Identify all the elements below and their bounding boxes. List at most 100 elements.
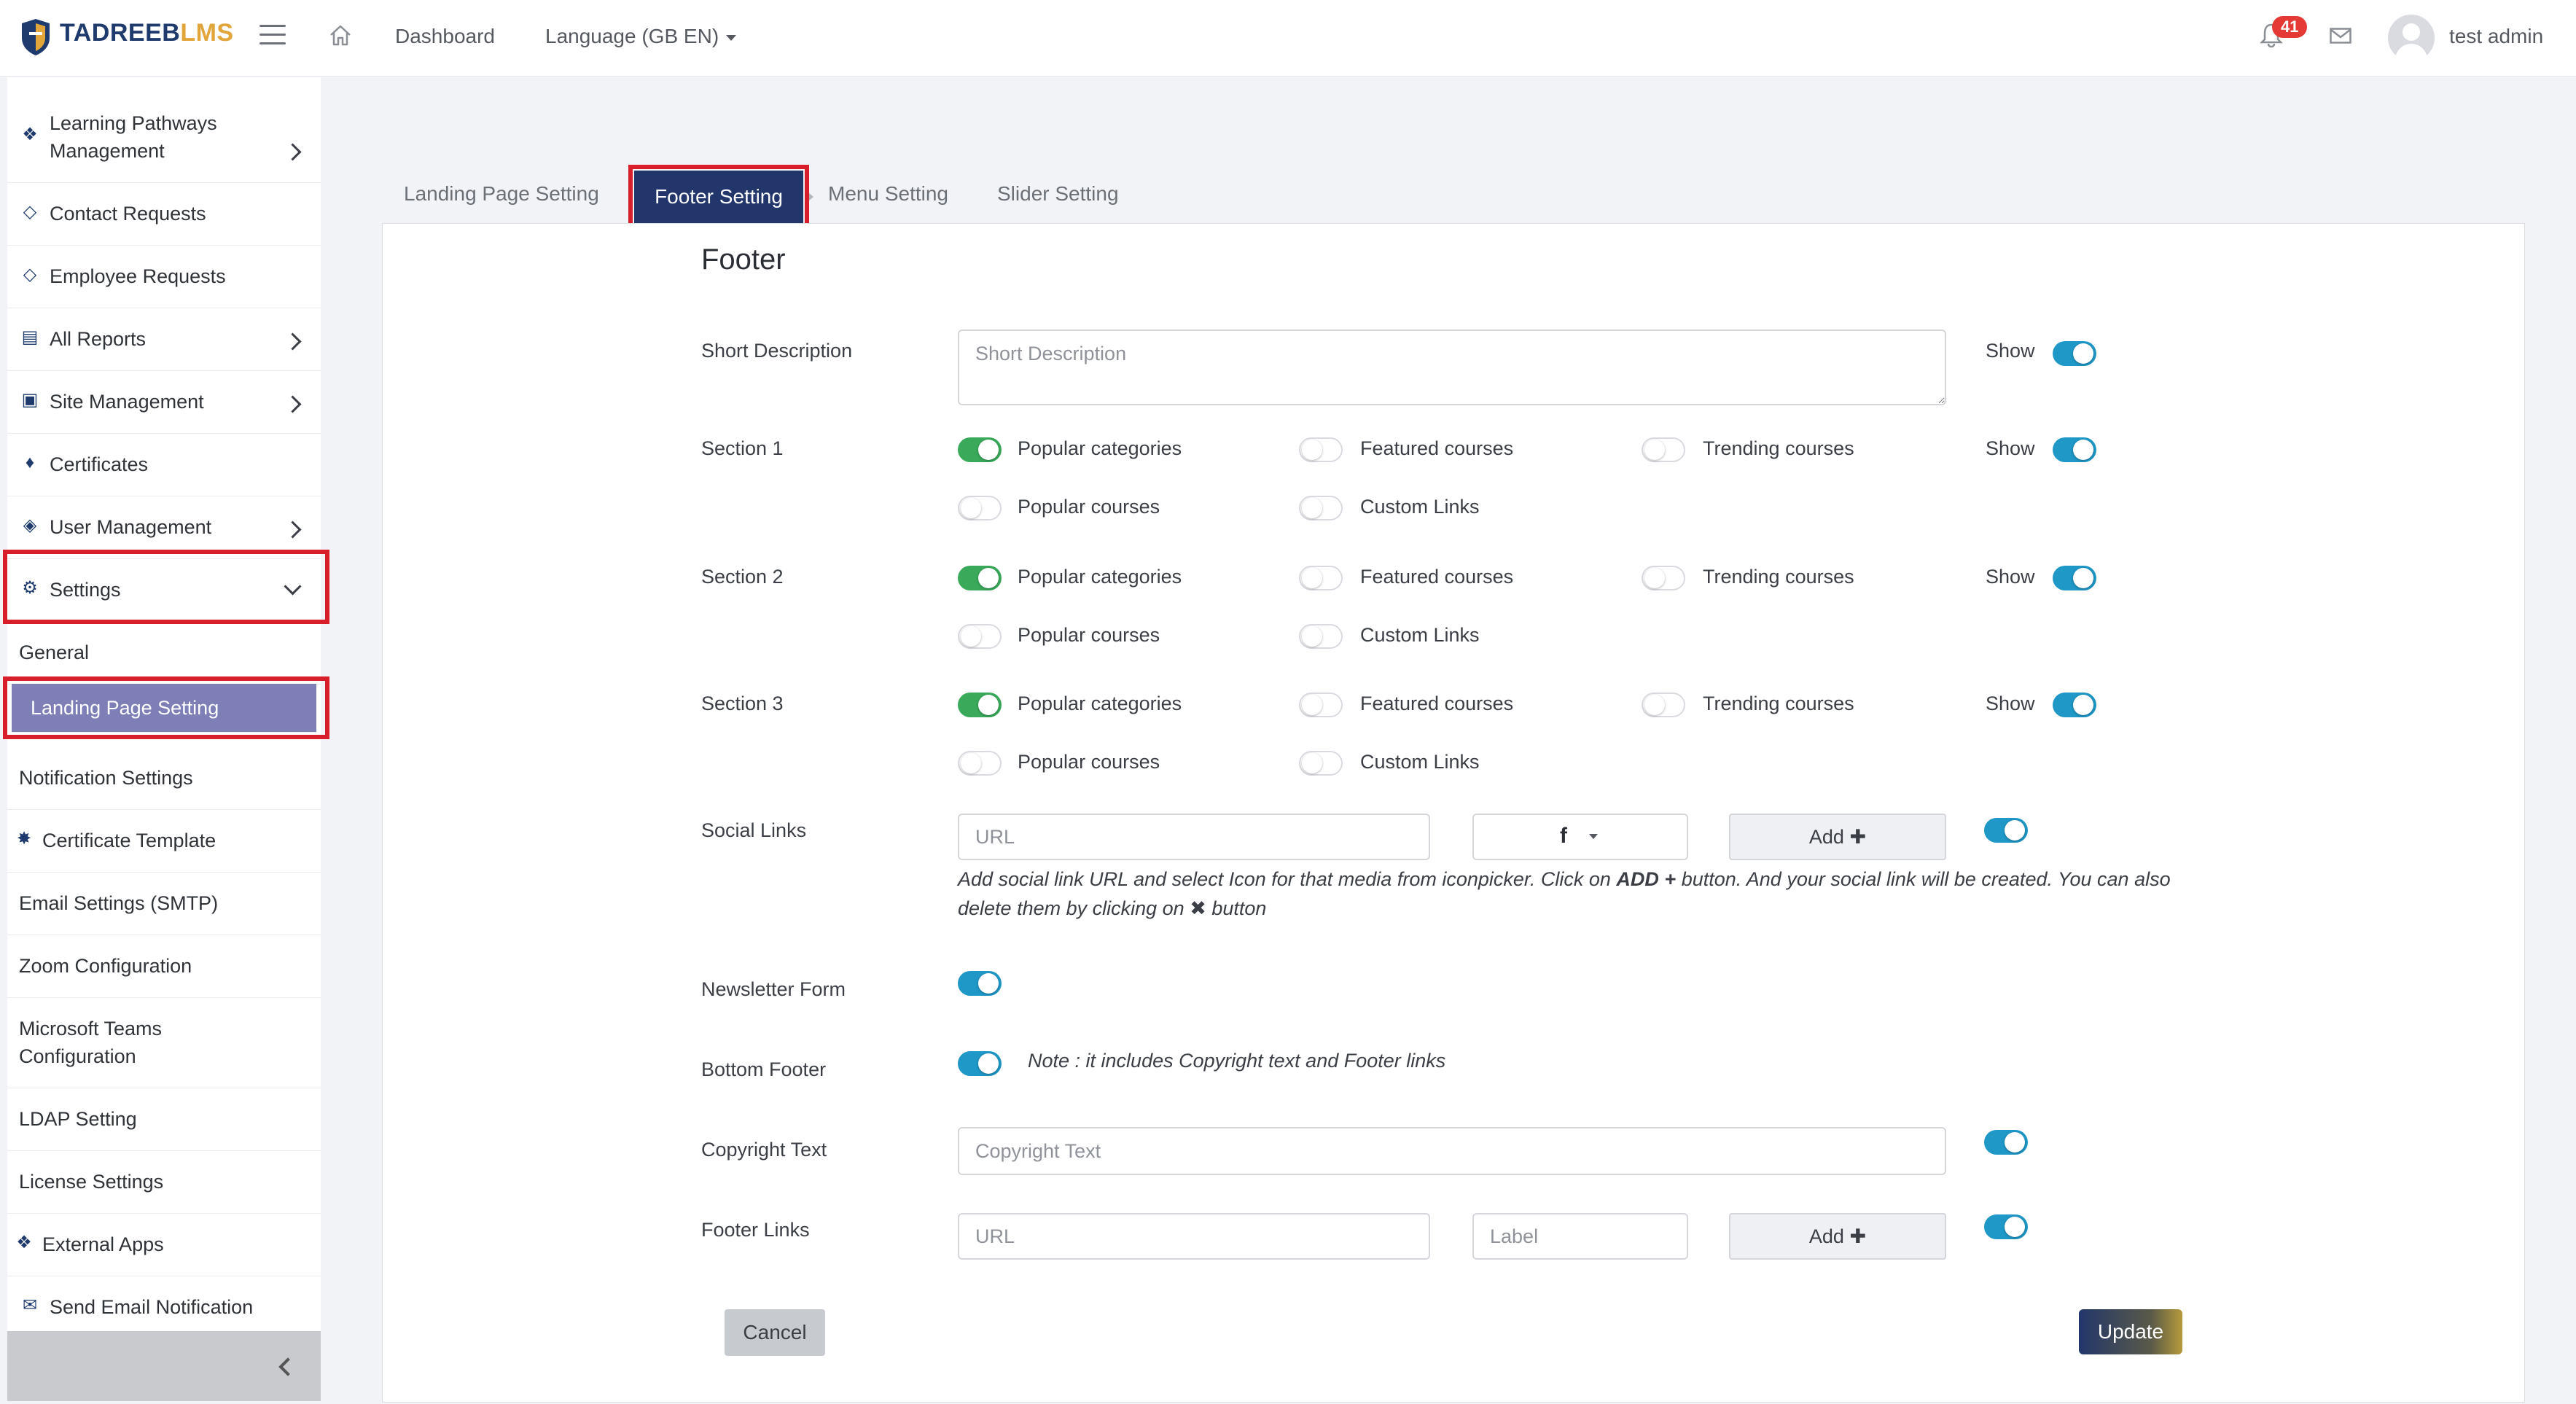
- menu-toggle-icon[interactable]: [259, 25, 286, 47]
- footer-links-toggle[interactable]: [1984, 1214, 2028, 1239]
- sidebar-item-all-reports[interactable]: ▤ All Reports: [7, 308, 321, 371]
- tab-slider-setting[interactable]: Slider Setting: [997, 182, 1119, 206]
- sidebar-item-microsoft-teams[interactable]: Microsoft Teams Configuration: [7, 997, 321, 1088]
- sidebar-item-zoom-configuration[interactable]: Zoom Configuration: [7, 935, 321, 998]
- bottom-footer-label: Bottom Footer: [701, 1058, 827, 1080]
- custom-links-label: Custom Links: [1360, 751, 1480, 773]
- featured-courses-label: Featured courses: [1360, 437, 1514, 459]
- sidebar-item-certificates[interactable]: ♦ Certificates: [7, 433, 321, 496]
- section-3-show-toggle[interactable]: [2053, 693, 2096, 717]
- section-3-featured-courses-toggle[interactable]: [1299, 693, 1343, 717]
- section-2-popular-categories-toggle[interactable]: [958, 566, 1002, 590]
- tab-menu-setting[interactable]: Menu Setting: [828, 182, 948, 206]
- chevron-down-icon: [726, 34, 737, 41]
- show-label: Show: [1986, 693, 2035, 714]
- bottom-footer-toggle[interactable]: [958, 1051, 1002, 1076]
- home-icon[interactable]: [328, 23, 353, 48]
- sidebar-item-learning-pathways[interactable]: ❖ Learning Pathways Management: [7, 92, 321, 183]
- section-1-show-toggle[interactable]: [2053, 437, 2096, 462]
- gear-icon: ⚙: [22, 578, 38, 598]
- section-2-popular-courses-toggle[interactable]: [958, 624, 1002, 649]
- sidebar-item-label: Site Management: [50, 391, 204, 413]
- sidebar-item-user-management[interactable]: ◈ User Management: [7, 496, 321, 559]
- section-1-featured-courses-toggle[interactable]: [1299, 437, 1343, 462]
- sidebar-item-label: Landing Page Setting: [31, 697, 219, 719]
- section-1-trending-courses-toggle[interactable]: [1642, 437, 1685, 462]
- section-3-popular-courses-toggle[interactable]: [958, 751, 1002, 776]
- sidebar: ❖ Learning Pathways Management ◇ Contact…: [7, 77, 321, 1401]
- social-link-url-input[interactable]: [958, 814, 1430, 860]
- add-button-label: Add: [1808, 1225, 1844, 1247]
- section-2-custom-links-toggle[interactable]: [1299, 624, 1343, 649]
- sidebar-item-label: Settings: [50, 579, 121, 601]
- newsletter-form-toggle[interactable]: [958, 971, 1002, 996]
- avatar[interactable]: [2388, 15, 2435, 61]
- section-3-custom-links-toggle[interactable]: [1299, 751, 1343, 776]
- page-title: Footer: [701, 243, 786, 276]
- username-label[interactable]: test admin: [2449, 25, 2543, 48]
- sidebar-item-site-management[interactable]: ▣ Site Management: [7, 370, 321, 434]
- chevron-down-icon: [284, 577, 302, 596]
- sidebar-item-send-email-notification[interactable]: ✉ Send Email Notification: [7, 1276, 321, 1339]
- popular-categories-label: Popular categories: [1018, 437, 1182, 459]
- sidebar-item-general[interactable]: General: [7, 621, 321, 685]
- cancel-button[interactable]: Cancel: [725, 1309, 825, 1356]
- section-1-popular-categories-toggle[interactable]: [958, 437, 1002, 462]
- tab-footer-setting[interactable]: Footer Setting: [634, 171, 803, 223]
- popular-categories-label: Popular categories: [1018, 693, 1182, 714]
- language-label: Language (GB EN): [545, 25, 719, 47]
- facebook-icon: f: [1560, 824, 1567, 848]
- sidebar-item-external-apps[interactable]: ❖ External Apps: [7, 1213, 321, 1276]
- popular-courses-label: Popular courses: [1018, 496, 1160, 518]
- sidebar-item-certificate-template[interactable]: ✸ Certificate Template: [7, 809, 321, 873]
- sidebar-item-label: License Settings: [19, 1171, 164, 1193]
- section-3-popular-categories-toggle[interactable]: [958, 693, 1002, 717]
- show-label: Show: [1986, 437, 2035, 459]
- sidebar-item-ldap-setting[interactable]: LDAP Setting: [7, 1088, 321, 1151]
- puzzle-icon: ❖: [16, 1233, 32, 1252]
- section-2-show-toggle[interactable]: [2053, 566, 2096, 590]
- plus-icon: ✚: [1849, 826, 1867, 848]
- section-1-popular-courses-toggle[interactable]: [958, 496, 1002, 520]
- sidebar-item-employee-requests[interactable]: ◇ Employee Requests: [7, 245, 321, 308]
- help-add-text: ADD +: [1616, 868, 1677, 890]
- copyright-text-toggle[interactable]: [1984, 1130, 2028, 1155]
- section-1-custom-links-toggle[interactable]: [1299, 496, 1343, 520]
- chevron-down-icon: [1589, 834, 1598, 839]
- sidebar-item-contact-requests[interactable]: ◇ Contact Requests: [7, 182, 321, 246]
- section-2-featured-courses-toggle[interactable]: [1299, 566, 1343, 590]
- section-2-label: Section 2: [701, 566, 784, 588]
- sidebar-item-notification-settings[interactable]: Notification Settings: [7, 746, 321, 810]
- trending-courses-label: Trending courses: [1703, 437, 1854, 459]
- copyright-text-input[interactable]: [958, 1127, 1946, 1175]
- chevron-left-icon: [278, 1357, 297, 1376]
- brand-logo[interactable]: TADREEBLMS: [60, 19, 234, 47]
- language-dropdown[interactable]: Language (GB EN): [545, 25, 737, 48]
- social-links-label: Social Links: [701, 819, 807, 841]
- short-description-textarea[interactable]: [958, 329, 1946, 405]
- social-links-toggle[interactable]: [1984, 818, 2028, 843]
- copyright-text-label: Copyright Text: [701, 1139, 827, 1161]
- footer-link-label-input[interactable]: [1472, 1213, 1688, 1260]
- sidebar-item-landing-page-setting[interactable]: Landing Page Setting: [12, 684, 316, 733]
- sidebar-item-email-settings[interactable]: Email Settings (SMTP): [7, 872, 321, 935]
- tab-landing-page-setting[interactable]: Landing Page Setting: [404, 182, 599, 206]
- section-3-trending-courses-toggle[interactable]: [1642, 693, 1685, 717]
- sidebar-item-label: Email Settings (SMTP): [19, 892, 219, 914]
- short-description-show-toggle[interactable]: [2053, 341, 2096, 366]
- section-2-trending-courses-toggle[interactable]: [1642, 566, 1685, 590]
- sidebar-item-license-settings[interactable]: License Settings: [7, 1150, 321, 1214]
- social-icon-picker[interactable]: f: [1472, 814, 1688, 860]
- sidebar-item-label: User Management: [50, 516, 212, 538]
- add-social-link-button[interactable]: Add ✚: [1729, 814, 1946, 860]
- notification-badge: 41: [2272, 16, 2308, 38]
- dashboard-link[interactable]: Dashboard: [395, 25, 495, 48]
- add-footer-link-button[interactable]: Add ✚: [1729, 1213, 1946, 1260]
- sidebar-item-settings[interactable]: ⚙ Settings: [7, 558, 321, 622]
- sidebar-item-label: Send Email Notification: [50, 1296, 254, 1318]
- envelope-icon[interactable]: [2330, 28, 2351, 44]
- update-button[interactable]: Update: [2079, 1309, 2182, 1354]
- sidebar-collapse-button[interactable]: [7, 1331, 321, 1401]
- footer-link-url-input[interactable]: [958, 1213, 1430, 1260]
- chevron-right-icon: [284, 520, 302, 539]
